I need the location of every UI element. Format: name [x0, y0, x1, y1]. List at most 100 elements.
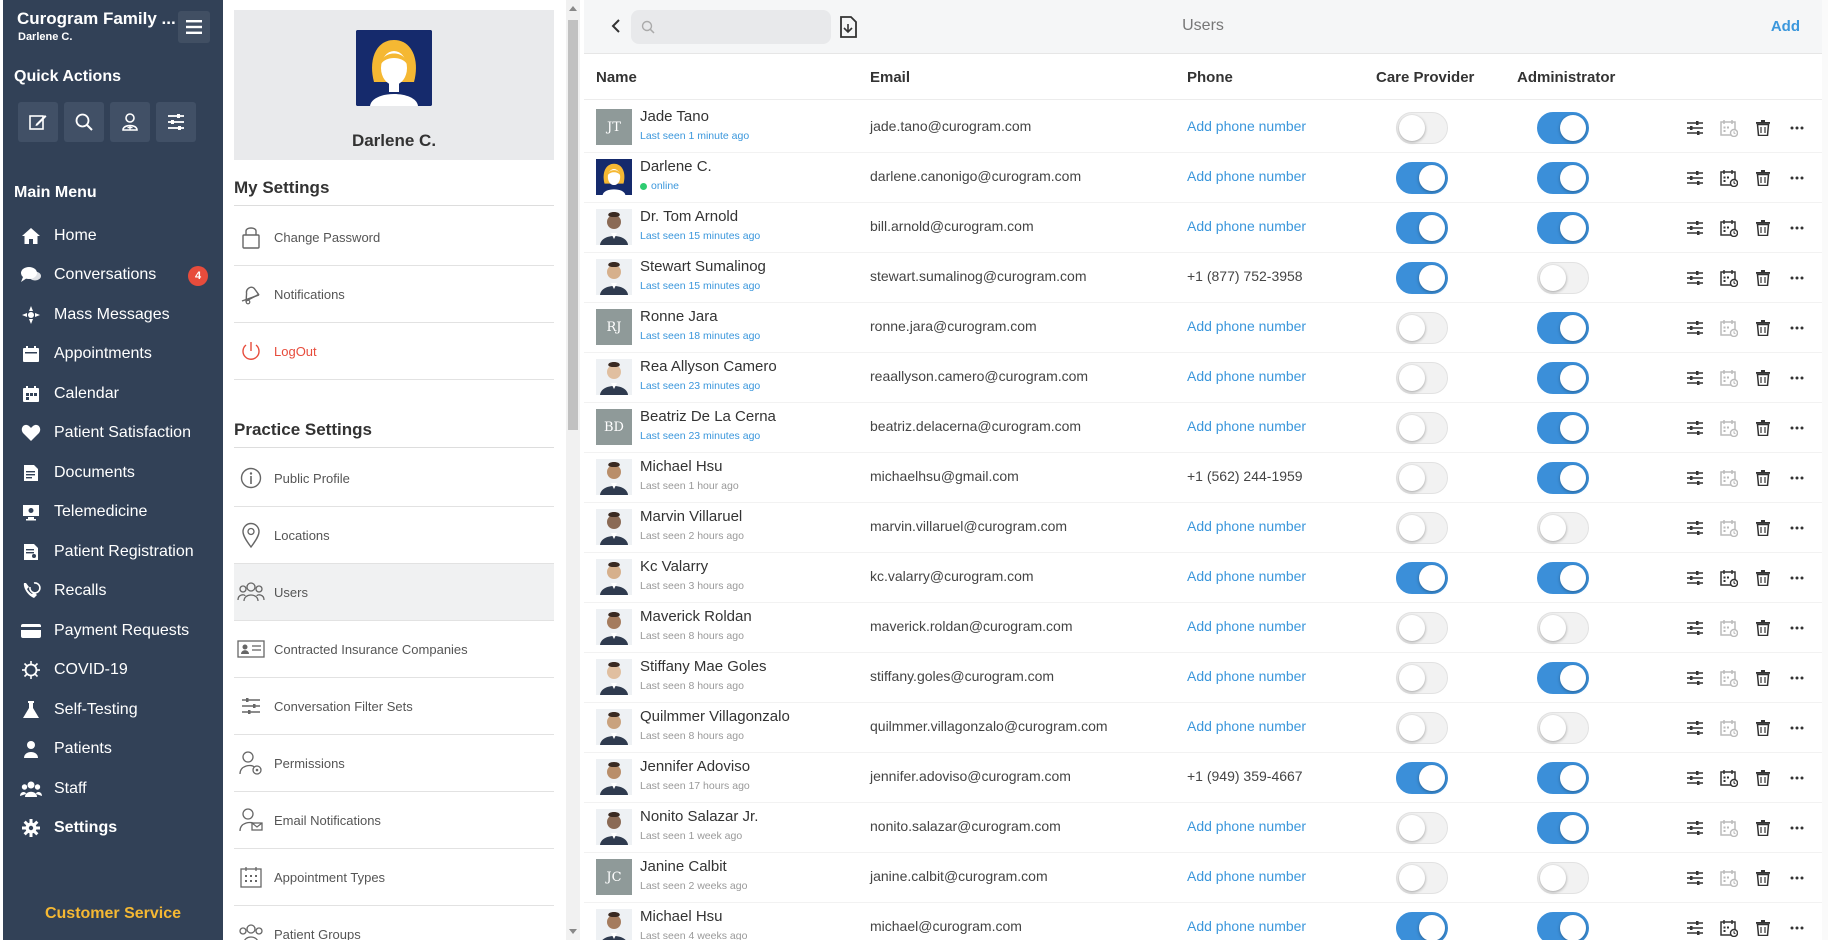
settings-item-email-notifications[interactable]: Email Notifications — [234, 792, 554, 849]
settings-item-users[interactable]: Users — [234, 564, 554, 621]
user-schedule-button[interactable] — [1717, 367, 1741, 389]
user-schedule-button[interactable] — [1717, 417, 1741, 439]
user-avatar-photo[interactable] — [596, 509, 632, 545]
administrator-toggle[interactable] — [1537, 162, 1589, 194]
user-name[interactable]: Michael Hsu — [640, 908, 723, 925]
scroll-up-arrow-icon[interactable] — [569, 6, 577, 11]
delete-user-button[interactable] — [1751, 367, 1775, 389]
user-settings-button[interactable] — [1683, 317, 1707, 339]
quick-action-filters-button[interactable] — [156, 102, 196, 142]
add-phone-link[interactable]: Add phone number — [1187, 118, 1306, 134]
add-phone-link[interactable]: Add phone number — [1187, 868, 1306, 884]
administrator-toggle[interactable] — [1537, 612, 1589, 644]
table-row[interactable]: Michael Hsu Last seen 1 hour ago michaelhs… — [584, 453, 1822, 503]
administrator-toggle[interactable] — [1537, 862, 1589, 894]
column-header-email[interactable]: Email — [870, 69, 910, 86]
settings-item-appointment-types[interactable]: Appointment Types — [234, 849, 554, 906]
hamburger-menu-button[interactable] — [178, 11, 210, 43]
user-avatar-photo[interactable] — [596, 609, 632, 645]
more-options-button[interactable] — [1785, 617, 1809, 639]
administrator-toggle[interactable] — [1537, 762, 1589, 794]
more-options-button[interactable] — [1785, 267, 1809, 289]
menu-item-appointments[interactable]: Appointments — [3, 335, 223, 375]
user-name[interactable]: Michael Hsu — [640, 458, 723, 475]
delete-user-button[interactable] — [1751, 767, 1775, 789]
export-button[interactable] — [836, 15, 860, 39]
menu-item-documents[interactable]: Documents — [3, 453, 223, 493]
more-options-button[interactable] — [1785, 467, 1809, 489]
care-provider-toggle[interactable] — [1396, 812, 1448, 844]
user-schedule-button[interactable] — [1717, 767, 1741, 789]
user-name[interactable]: Darlene C. — [640, 158, 712, 175]
delete-user-button[interactable] — [1751, 417, 1775, 439]
user-name[interactable]: Rea Allyson Camero — [640, 358, 777, 375]
care-provider-toggle[interactable] — [1396, 362, 1448, 394]
delete-user-button[interactable] — [1751, 467, 1775, 489]
more-options-button[interactable] — [1785, 417, 1809, 439]
user-avatar-photo[interactable] — [596, 659, 632, 695]
add-phone-link[interactable]: Add phone number — [1187, 518, 1306, 534]
user-settings-button[interactable] — [1683, 667, 1707, 689]
administrator-toggle[interactable] — [1537, 362, 1589, 394]
user-name[interactable]: Maverick Roldan — [640, 608, 752, 625]
settings-item-public-profile[interactable]: Public Profile — [234, 450, 554, 507]
table-row[interactable]: Marvin Villaruel Last seen 2 hours ago mar… — [584, 503, 1822, 553]
care-provider-toggle[interactable] — [1396, 762, 1448, 794]
settings-item-conversation-filter-sets[interactable]: Conversation Filter Sets — [234, 678, 554, 735]
user-settings-button[interactable] — [1683, 467, 1707, 489]
more-options-button[interactable] — [1785, 167, 1809, 189]
table-row[interactable]: Kc Valarry Last seen 3 hours ago kc.valarr… — [584, 553, 1822, 603]
user-settings-button[interactable] — [1683, 517, 1707, 539]
table-row[interactable]: Michael Hsu Last seen 4 weeks ago michael@… — [584, 903, 1822, 940]
administrator-toggle[interactable] — [1537, 212, 1589, 244]
care-provider-toggle[interactable] — [1396, 312, 1448, 344]
user-avatar-photo[interactable] — [596, 909, 632, 940]
user-avatar-photo[interactable] — [596, 759, 632, 795]
administrator-toggle[interactable] — [1537, 712, 1589, 744]
delete-user-button[interactable] — [1751, 817, 1775, 839]
care-provider-toggle[interactable] — [1396, 612, 1448, 644]
user-name[interactable]: Janine Calbit — [640, 858, 727, 875]
user-settings-button[interactable] — [1683, 117, 1707, 139]
profile-avatar[interactable] — [356, 30, 432, 106]
quick-action-search-button[interactable] — [64, 102, 104, 142]
quick-action-add-patient-button[interactable] — [110, 102, 150, 142]
quick-action-new-message-button[interactable] — [18, 102, 58, 142]
administrator-toggle[interactable] — [1537, 812, 1589, 844]
menu-item-conversations[interactable]: Conversations 4 — [3, 256, 223, 296]
administrator-toggle[interactable] — [1537, 912, 1589, 940]
settings-item-locations[interactable]: Locations — [234, 507, 554, 564]
users-search-input[interactable] — [661, 19, 821, 35]
delete-user-button[interactable] — [1751, 867, 1775, 889]
more-options-button[interactable] — [1785, 667, 1809, 689]
delete-user-button[interactable] — [1751, 317, 1775, 339]
users-search-box[interactable] — [631, 10, 831, 44]
user-settings-button[interactable] — [1683, 367, 1707, 389]
care-provider-toggle[interactable] — [1396, 862, 1448, 894]
table-row[interactable]: Quilmmer Villagonzalo Last seen 8 hours a… — [584, 703, 1822, 753]
table-row[interactable]: Maverick Roldan Last seen 8 hours ago mave… — [584, 603, 1822, 653]
scroll-down-arrow-icon[interactable] — [569, 929, 577, 934]
menu-item-patient-registration[interactable]: Patient Registration — [3, 532, 223, 572]
add-phone-link[interactable]: Add phone number — [1187, 818, 1306, 834]
add-phone-link[interactable]: Add phone number — [1187, 418, 1306, 434]
page-scrollbar[interactable] — [1822, 0, 1828, 940]
menu-item-settings[interactable]: Settings — [3, 809, 223, 849]
settings-item-patient-groups[interactable]: Patient Groups — [234, 906, 554, 940]
menu-item-self-testing[interactable]: Self-Testing — [3, 690, 223, 730]
menu-item-patients[interactable]: Patients — [3, 730, 223, 770]
user-avatar-photo[interactable] — [596, 359, 632, 395]
add-phone-link[interactable]: Add phone number — [1187, 918, 1306, 934]
user-name[interactable]: Jennifer Adoviso — [640, 758, 750, 775]
more-options-button[interactable] — [1785, 367, 1809, 389]
delete-user-button[interactable] — [1751, 117, 1775, 139]
table-row[interactable]: Stiffany Mae Goles Last seen 8 hours ago s… — [584, 653, 1822, 703]
delete-user-button[interactable] — [1751, 267, 1775, 289]
user-schedule-button[interactable] — [1717, 467, 1741, 489]
delete-user-button[interactable] — [1751, 617, 1775, 639]
user-avatar-photo[interactable] — [596, 709, 632, 745]
care-provider-toggle[interactable] — [1396, 462, 1448, 494]
user-settings-button[interactable] — [1683, 717, 1707, 739]
settings-item-change-password[interactable]: Change Password — [234, 209, 554, 266]
table-row[interactable]: BD Beatriz De La Cerna Last seen 23 minute… — [584, 403, 1822, 453]
